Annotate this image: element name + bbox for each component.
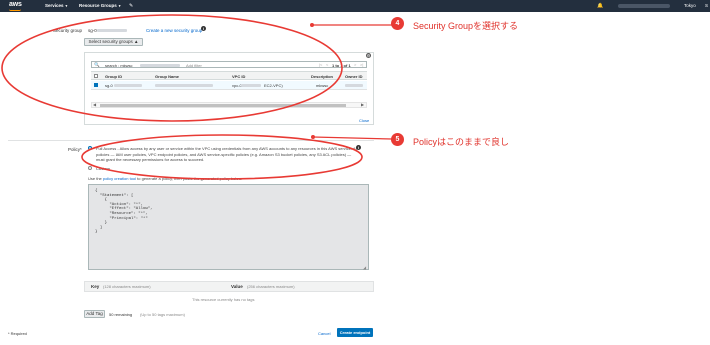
- callout-text-4: Security Groupを選択する: [413, 21, 519, 31]
- policy-highlight-ellipse: [81, 134, 363, 180]
- callout-number-5: 5: [391, 133, 404, 146]
- callout-number-4: 4: [391, 17, 404, 30]
- annotation-overlay: [1, 14, 393, 180]
- callout-dot-4: [310, 23, 314, 27]
- security-group-highlight-ellipse: [1, 14, 343, 122]
- callout-line-5: [312, 136, 393, 140]
- callout-text-5: Policyはこのままで良し: [413, 137, 510, 147]
- callout-dot-5: [311, 135, 315, 139]
